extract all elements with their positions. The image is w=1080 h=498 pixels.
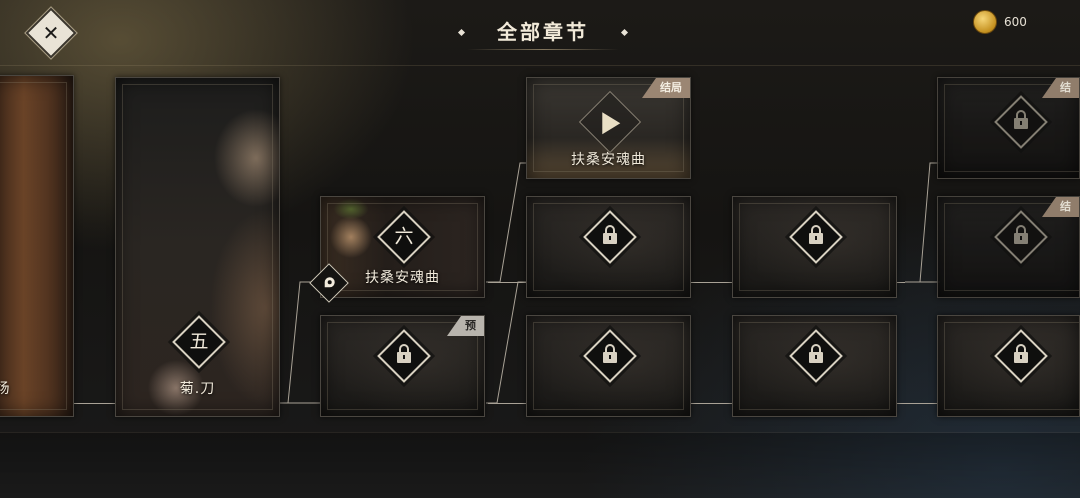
chapter-card-locked[interactable] [732, 315, 897, 417]
ending-tag: 结局 [642, 78, 690, 98]
chapter-card-locked[interactable] [526, 196, 691, 298]
chapter-card-preview-locked[interactable]: 预 [320, 315, 485, 417]
bottom-band [0, 432, 1080, 498]
chapter-numeral: 六 [394, 225, 414, 248]
ending-card-locked[interactable]: 结 [937, 196, 1080, 298]
card-frame [0, 82, 67, 410]
lock-icon [809, 344, 823, 363]
ending-label: 扶桑安魂曲 [571, 152, 646, 168]
ending-card-play[interactable]: 结局 扶桑安魂曲 [526, 77, 691, 179]
play-icon [602, 112, 621, 135]
chapter-card-previous[interactable]: 场 [0, 75, 74, 417]
lock-icon [809, 225, 823, 244]
chapter-numeral: 五 [189, 330, 209, 353]
lock-icon [603, 344, 617, 363]
lock-icon [397, 344, 411, 363]
chapter-card-five[interactable]: 五 菊.刀 [115, 77, 280, 417]
chapter-card-locked[interactable] [937, 315, 1080, 417]
ending-card-locked[interactable]: 结 [937, 77, 1080, 179]
lock-icon [603, 225, 617, 244]
lock-icon [1014, 344, 1028, 363]
chapter-card-locked[interactable] [732, 196, 897, 298]
pin-dot [324, 277, 335, 288]
chapter-label: 场 [0, 378, 15, 398]
chapter-label: 菊.刀 [179, 381, 216, 397]
lock-icon [1014, 110, 1028, 129]
chapter-card-locked[interactable] [526, 315, 691, 417]
lock-icon [1014, 225, 1028, 244]
